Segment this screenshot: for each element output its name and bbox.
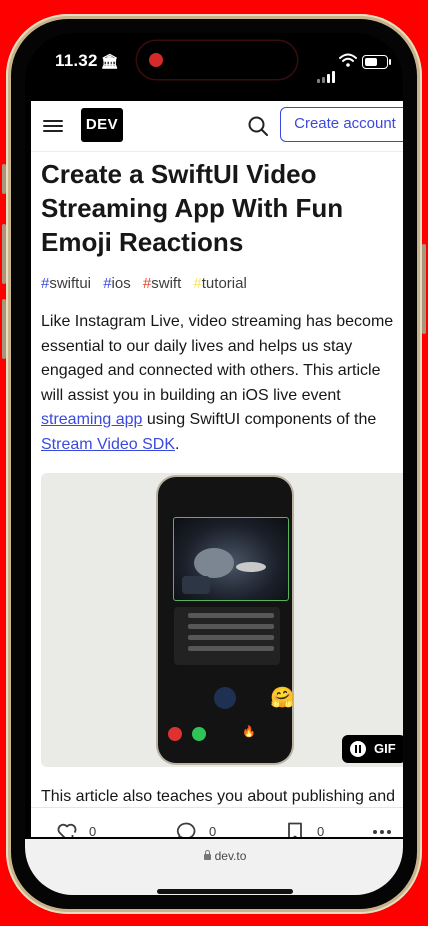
screen: 11.32 🏛 DEV Create account Create a Swif… [25, 33, 403, 895]
volume-down-button [2, 299, 6, 359]
comments-count: 0 [209, 824, 217, 837]
reactions-count: 0 [89, 824, 97, 837]
intro-text: using SwiftUI components of the [142, 411, 377, 428]
emoji-reaction-icon: 🤗 [270, 687, 295, 709]
time-text: 11.32 [55, 51, 98, 70]
recording-indicator-icon [149, 53, 163, 67]
more-options-icon[interactable] [371, 822, 397, 837]
microphone-icon [214, 687, 236, 709]
tag-label: ios [111, 275, 131, 292]
search-icon[interactable] [247, 115, 269, 137]
participant-list-preview [174, 607, 280, 665]
address-field[interactable]: dev.to [25, 849, 403, 863]
gif-pause-button[interactable]: GIF [342, 735, 403, 763]
hamburger-menu-icon[interactable] [43, 117, 63, 135]
url-text: dev.to [214, 849, 247, 863]
lock-icon [203, 850, 211, 860]
article-action-bar: 0 0 0 [31, 807, 403, 837]
tag-tutorial[interactable]: #tutorial [193, 275, 246, 292]
bookmark-icon [288, 822, 302, 837]
home-indicator[interactable] [157, 889, 293, 894]
bookmark-button[interactable]: 0 [283, 820, 324, 837]
browser-address-bar: dev.to [25, 839, 403, 895]
wifi-icon [339, 53, 357, 67]
tag-swift[interactable]: #swift [143, 275, 181, 292]
status-time: 11.32 🏛 [55, 51, 119, 71]
reactions-button[interactable]: 0 [55, 820, 96, 837]
phone-bezel: 11.32 🏛 DEV Create account Create a Swif… [11, 19, 417, 909]
article-intro: Like Instagram Live, video streaming has… [41, 310, 403, 457]
app-preview-phone: 🤗 🔥 [158, 477, 295, 763]
dynamic-island [137, 41, 297, 79]
tag-list: #swiftui #ios #swift #tutorial [41, 275, 255, 292]
cellular-signal-icon [317, 65, 337, 83]
stream-video-sdk-link[interactable]: Stream Video SDK [41, 436, 175, 453]
article-gif-image[interactable]: 🤗 🔥 GIF [41, 473, 403, 767]
video-camera-icon [192, 727, 206, 741]
drummer-video-thumbnail [173, 517, 289, 601]
create-account-button[interactable]: Create account [280, 107, 403, 142]
end-call-icon [168, 727, 182, 741]
tag-label: swift [151, 275, 182, 292]
tag-ios[interactable]: #ios [103, 275, 131, 292]
comments-button[interactable]: 0 [175, 820, 216, 837]
intro-text: Like Instagram Live, video streaming has… [41, 313, 394, 404]
mute-switch [2, 164, 6, 194]
battery-icon [362, 55, 391, 69]
gif-label: GIF [374, 741, 396, 756]
power-button [422, 244, 426, 334]
streaming-app-link[interactable]: streaming app [41, 411, 142, 428]
volume-up-button [2, 224, 6, 284]
web-content: DEV Create account Create a SwiftUI Vide… [31, 101, 403, 837]
intro-text: . [175, 435, 180, 453]
dev-logo[interactable]: DEV [81, 108, 123, 142]
tag-hash: # [193, 275, 202, 292]
fire-emoji-icon: 🔥 [242, 726, 256, 738]
tag-swiftui[interactable]: #swiftui [41, 275, 91, 292]
tag-label: tutorial [201, 275, 247, 292]
tag-hash: # [103, 275, 112, 292]
heart-plus-icon [57, 823, 77, 837]
bank-icon: 🏛 [100, 53, 119, 69]
bookmarks-count: 0 [317, 824, 325, 837]
status-bar: 11.32 🏛 [25, 33, 403, 99]
comment-icon [176, 822, 196, 837]
tag-label: swiftui [49, 275, 92, 292]
article-paragraph: This article also teaches you about publ… [41, 788, 395, 805]
phone-frame: 11.32 🏛 DEV Create account Create a Swif… [2, 14, 426, 914]
pause-icon [350, 741, 366, 757]
article-title: Create a SwiftUI Video Streaming App Wit… [41, 159, 344, 257]
site-header: DEV Create account [31, 101, 403, 152]
tag-hash: # [142, 275, 152, 292]
